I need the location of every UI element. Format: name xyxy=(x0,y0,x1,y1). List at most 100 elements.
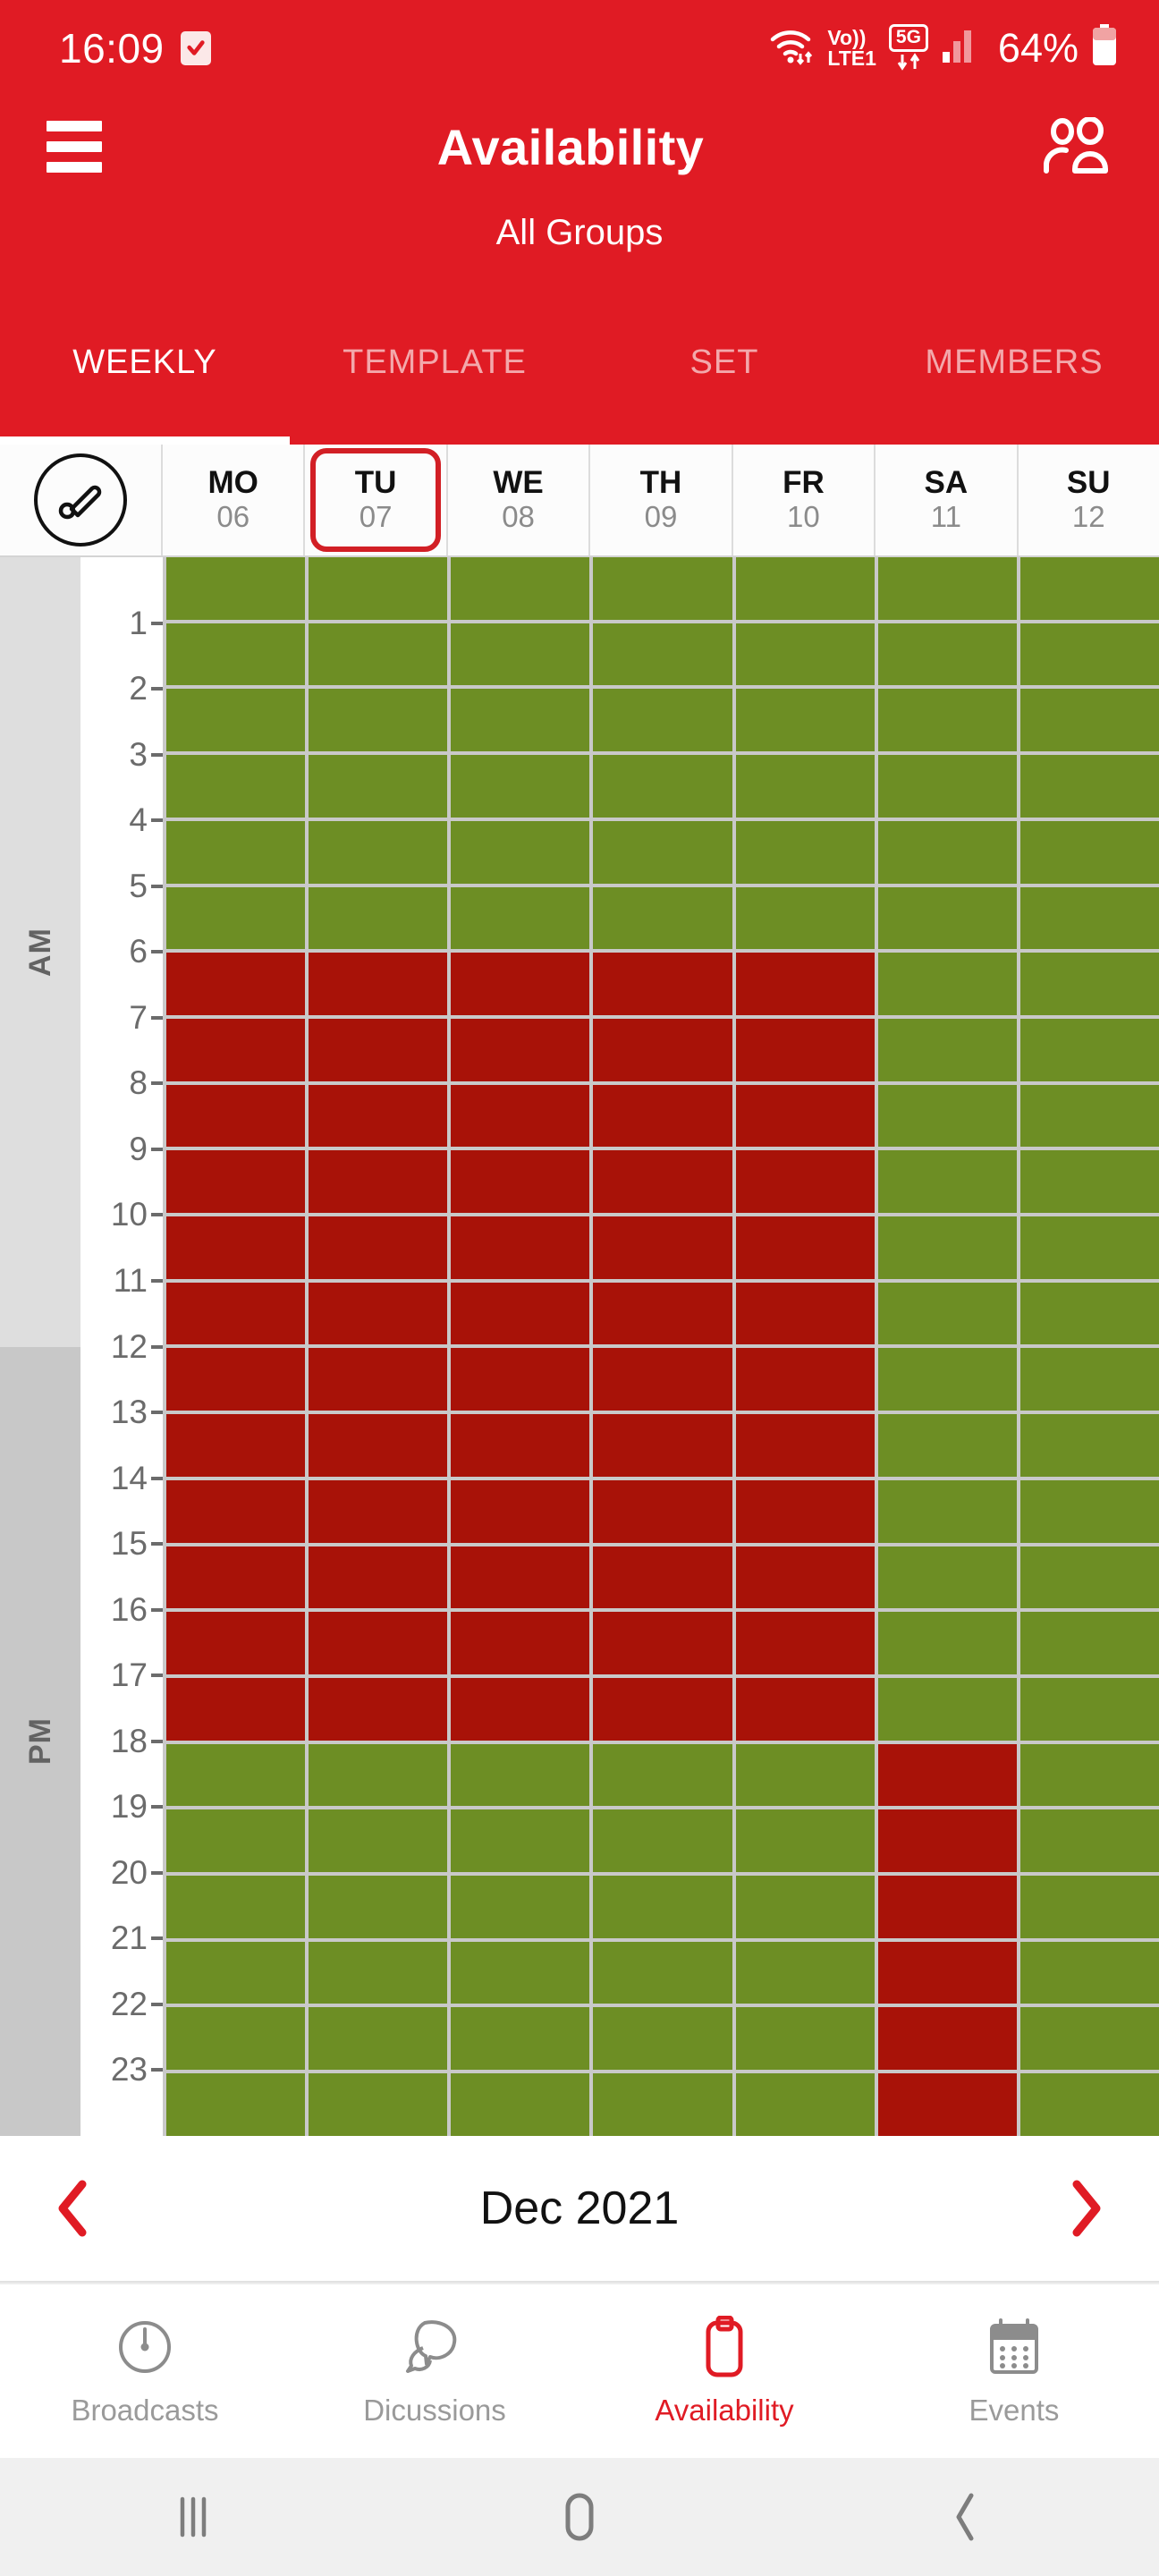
chevron-left-icon[interactable] xyxy=(41,2180,106,2237)
availability-cell[interactable] xyxy=(735,1809,875,1873)
availability-cell[interactable] xyxy=(451,1612,590,1674)
availability-cell[interactable] xyxy=(1019,953,1159,1015)
availability-cell[interactable] xyxy=(309,557,448,620)
availability-cell[interactable] xyxy=(593,1743,732,1807)
availability-cell[interactable] xyxy=(877,2007,1017,2071)
availability-cell[interactable] xyxy=(735,1414,875,1477)
availability-cell[interactable] xyxy=(451,1084,590,1148)
availability-cell[interactable] xyxy=(451,1150,590,1214)
availability-cell[interactable] xyxy=(1019,886,1159,950)
availability-cell[interactable] xyxy=(1019,1809,1159,1873)
availability-column-th[interactable] xyxy=(593,557,732,2136)
availability-cell[interactable] xyxy=(735,755,875,818)
day-column-tu[interactable]: TU 07 xyxy=(305,445,448,555)
day-column-mo[interactable]: MO 06 xyxy=(163,445,306,555)
availability-cell[interactable] xyxy=(1019,820,1159,884)
availability-cell[interactable] xyxy=(877,1876,1017,1938)
availability-cell[interactable] xyxy=(166,1612,306,1674)
availability-cell[interactable] xyxy=(166,1018,306,1081)
availability-cell[interactable] xyxy=(309,1876,448,1938)
tab-members[interactable]: MEMBERS xyxy=(869,280,1159,445)
availability-cell[interactable] xyxy=(877,1150,1017,1214)
availability-cell[interactable] xyxy=(877,1941,1017,2004)
availability-cell[interactable] xyxy=(593,1084,732,1148)
availability-cell[interactable] xyxy=(735,1612,875,1674)
availability-cell[interactable] xyxy=(309,1546,448,1609)
availability-cell[interactable] xyxy=(309,1282,448,1345)
availability-cell[interactable] xyxy=(166,557,306,620)
availability-cell[interactable] xyxy=(735,1546,875,1609)
availability-cell[interactable] xyxy=(735,1018,875,1081)
availability-cell[interactable] xyxy=(877,1612,1017,1674)
availability-column-fr[interactable] xyxy=(735,557,875,2136)
availability-cell[interactable] xyxy=(1019,1677,1159,1741)
availability-cell[interactable] xyxy=(451,2073,590,2136)
availability-cell[interactable] xyxy=(735,2073,875,2136)
people-group-icon[interactable] xyxy=(1039,117,1112,176)
tab-weekly[interactable]: WEEKLY xyxy=(0,280,290,445)
availability-cell[interactable] xyxy=(451,1018,590,1081)
availability-cell[interactable] xyxy=(309,1216,448,1279)
availability-cell[interactable] xyxy=(451,1876,590,1938)
availability-cell[interactable] xyxy=(877,1084,1017,1148)
availability-cell[interactable] xyxy=(451,557,590,620)
availability-cell[interactable] xyxy=(451,1546,590,1609)
availability-cell[interactable] xyxy=(1019,1282,1159,1345)
availability-cell[interactable] xyxy=(593,886,732,950)
hamburger-menu-icon[interactable] xyxy=(47,121,102,173)
availability-cell[interactable] xyxy=(877,1216,1017,1279)
nav-item-discussions[interactable]: Dicussions xyxy=(290,2284,580,2458)
recents-icon[interactable] xyxy=(0,2492,386,2542)
availability-cell[interactable] xyxy=(166,886,306,950)
availability-cell[interactable] xyxy=(1019,1876,1159,1938)
availability-cell[interactable] xyxy=(1019,2073,1159,2136)
availability-cell[interactable] xyxy=(593,953,732,1015)
availability-cell[interactable] xyxy=(309,2007,448,2071)
availability-cell[interactable] xyxy=(309,1743,448,1807)
tab-set[interactable]: SET xyxy=(580,280,869,445)
availability-cell[interactable] xyxy=(593,1809,732,1873)
availability-cell[interactable] xyxy=(309,1348,448,1411)
availability-cell[interactable] xyxy=(451,1282,590,1345)
availability-cell[interactable] xyxy=(877,1809,1017,1873)
availability-cell[interactable] xyxy=(451,820,590,884)
day-column-su[interactable]: SU 12 xyxy=(1018,445,1159,555)
availability-cell[interactable] xyxy=(166,1084,306,1148)
availability-cell[interactable] xyxy=(166,1743,306,1807)
availability-cell[interactable] xyxy=(309,1414,448,1477)
availability-cell[interactable] xyxy=(1019,1018,1159,1081)
availability-cell[interactable] xyxy=(593,689,732,752)
availability-cell[interactable] xyxy=(166,1876,306,1938)
availability-cell[interactable] xyxy=(309,1018,448,1081)
day-column-sa[interactable]: SA 11 xyxy=(876,445,1019,555)
availability-cell[interactable] xyxy=(735,1282,875,1345)
day-column-th[interactable]: TH 09 xyxy=(590,445,733,555)
availability-cell[interactable] xyxy=(593,1150,732,1214)
availability-cell[interactable] xyxy=(309,1150,448,1214)
availability-cell[interactable] xyxy=(166,1809,306,1873)
availability-cell[interactable] xyxy=(593,1876,732,1938)
availability-cell[interactable] xyxy=(877,1479,1017,1543)
availability-cell[interactable] xyxy=(166,1282,306,1345)
availability-cell[interactable] xyxy=(451,755,590,818)
availability-cell[interactable] xyxy=(593,1612,732,1674)
availability-cell[interactable] xyxy=(166,1216,306,1279)
availability-cell[interactable] xyxy=(593,623,732,686)
availability-cell[interactable] xyxy=(593,1216,732,1279)
availability-cell[interactable] xyxy=(166,1414,306,1477)
availability-cell[interactable] xyxy=(451,1941,590,2004)
availability-cell[interactable] xyxy=(877,1282,1017,1345)
availability-column-we[interactable] xyxy=(451,557,590,2136)
availability-cell[interactable] xyxy=(309,1677,448,1741)
availability-cell[interactable] xyxy=(1019,1612,1159,1674)
availability-cell[interactable] xyxy=(735,623,875,686)
nav-item-broadcasts[interactable]: Broadcasts xyxy=(0,2284,290,2458)
availability-cell[interactable] xyxy=(593,755,732,818)
availability-cell[interactable] xyxy=(451,2007,590,2071)
availability-cell[interactable] xyxy=(735,2007,875,2071)
availability-cell[interactable] xyxy=(166,755,306,818)
availability-cell[interactable] xyxy=(877,1348,1017,1411)
day-column-we[interactable]: WE 08 xyxy=(447,445,591,555)
availability-cell[interactable] xyxy=(1019,1743,1159,1807)
availability-cell[interactable] xyxy=(877,1677,1017,1741)
